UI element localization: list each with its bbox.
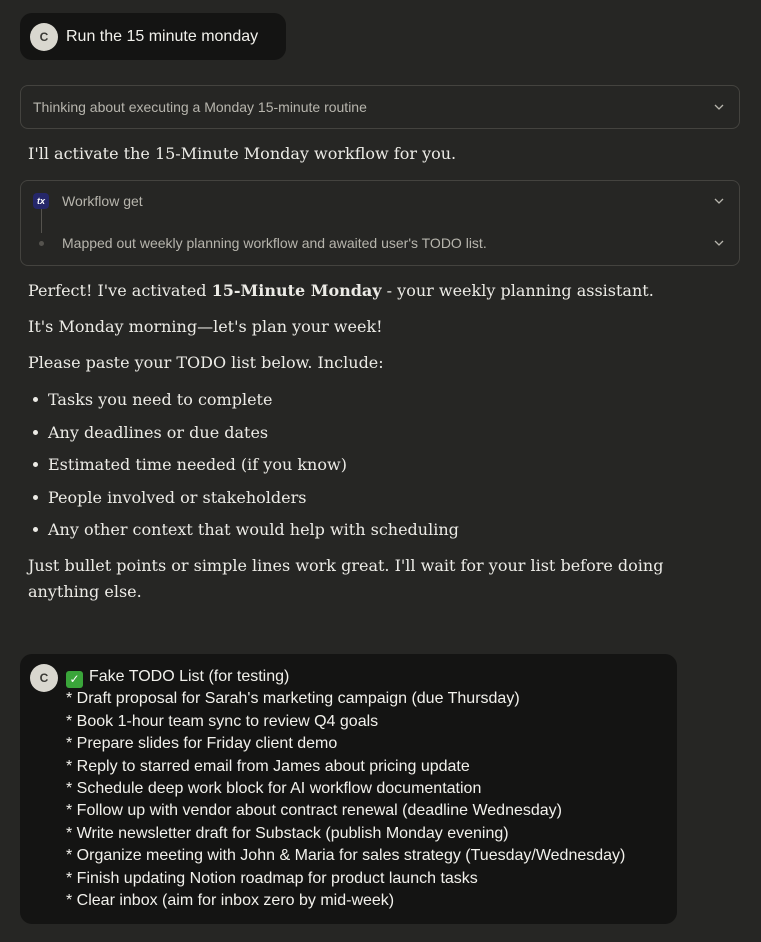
todo-title-text: Fake TODO List (for testing) [89, 668, 290, 685]
step-dot-icon [33, 235, 49, 251]
workflow-result-label: Mapped out weekly planning workflow and … [62, 235, 487, 251]
todo-list: ✓ Fake TODO List (for testing) * Draft pr… [66, 666, 625, 912]
todo-item: * Follow up with vendor about contract r… [66, 802, 562, 820]
workflow-tool-label: Workflow get [62, 193, 143, 209]
todo-item: * Reply to starred email from James abou… [66, 757, 470, 775]
thinking-toggle[interactable]: Thinking about executing a Monday 15-min… [20, 85, 740, 129]
greeting-paragraph: It's Monday morning—let's plan your week… [28, 317, 383, 336]
requirements-list: Tasks you need to complete Any deadlines… [28, 386, 459, 549]
user-avatar: C [30, 664, 58, 692]
list-item: Tasks you need to complete [33, 386, 459, 419]
workflow-get-row[interactable]: tx Workflow get [21, 181, 739, 221]
todo-item: * Prepare slides for Friday client demo [66, 735, 338, 753]
chat-page: C Run the 15 minute monday Thinking abou… [0, 0, 761, 942]
activated-workflow-name: 15-Minute Monday [211, 281, 382, 300]
list-item: Any deadlines or due dates [33, 419, 459, 452]
activated-paragraph: Perfect! I've activated 15-Minute Monday… [28, 278, 654, 304]
user-message-bubble: C ✓ Fake TODO List (for testing) * Draft … [20, 654, 677, 924]
user-message-bubble: C Run the 15 minute monday [20, 13, 286, 60]
list-item: Any other context that would help with s… [33, 516, 459, 549]
chevron-down-icon[interactable] [711, 193, 727, 209]
todo-item: * Organize meeting with John & Maria for… [66, 847, 626, 865]
todo-item: * Write newsletter draft for Substack (p… [66, 824, 509, 842]
todo-item: * Clear inbox (aim for inbox zero by mid… [66, 891, 395, 909]
closing-paragraph: Just bullet points or simple lines work … [28, 556, 664, 601]
list-item: People involved or stakeholders [33, 484, 459, 517]
todo-item: * Finish updating Notion roadmap for pro… [66, 869, 478, 887]
todo-item: * Draft proposal for Sarah's marketing c… [66, 690, 520, 708]
user-message-text: Run the 15 minute monday [66, 27, 259, 45]
workflow-tool-block: tx Workflow get Mapped out weekly planni… [20, 180, 740, 266]
chevron-down-icon[interactable] [711, 235, 727, 251]
user-avatar: C [30, 22, 58, 51]
todo-item: * Schedule deep work block for AI workfl… [66, 779, 482, 797]
assistant-intro: I'll activate the 15-Minute Monday workf… [28, 144, 457, 163]
instruction-paragraph: Please paste your TODO list below. Inclu… [28, 353, 384, 372]
list-item: Estimated time needed (if you know) [33, 451, 459, 484]
todo-item: * Book 1-hour team sync to review Q4 goa… [66, 712, 379, 730]
activated-suffix: - your weekly planning assistant. [381, 281, 654, 300]
check-mark-icon: ✓ [66, 670, 83, 688]
activated-prefix: Perfect! I've activated [28, 281, 212, 300]
thinking-label: Thinking about executing a Monday 15-min… [33, 99, 367, 115]
todo-title: ✓ Fake TODO List (for testing) [66, 666, 625, 688]
tx-logo-icon: tx [33, 193, 49, 209]
chevron-down-icon[interactable] [711, 99, 727, 115]
workflow-result-row[interactable]: Mapped out weekly planning workflow and … [21, 223, 739, 263]
